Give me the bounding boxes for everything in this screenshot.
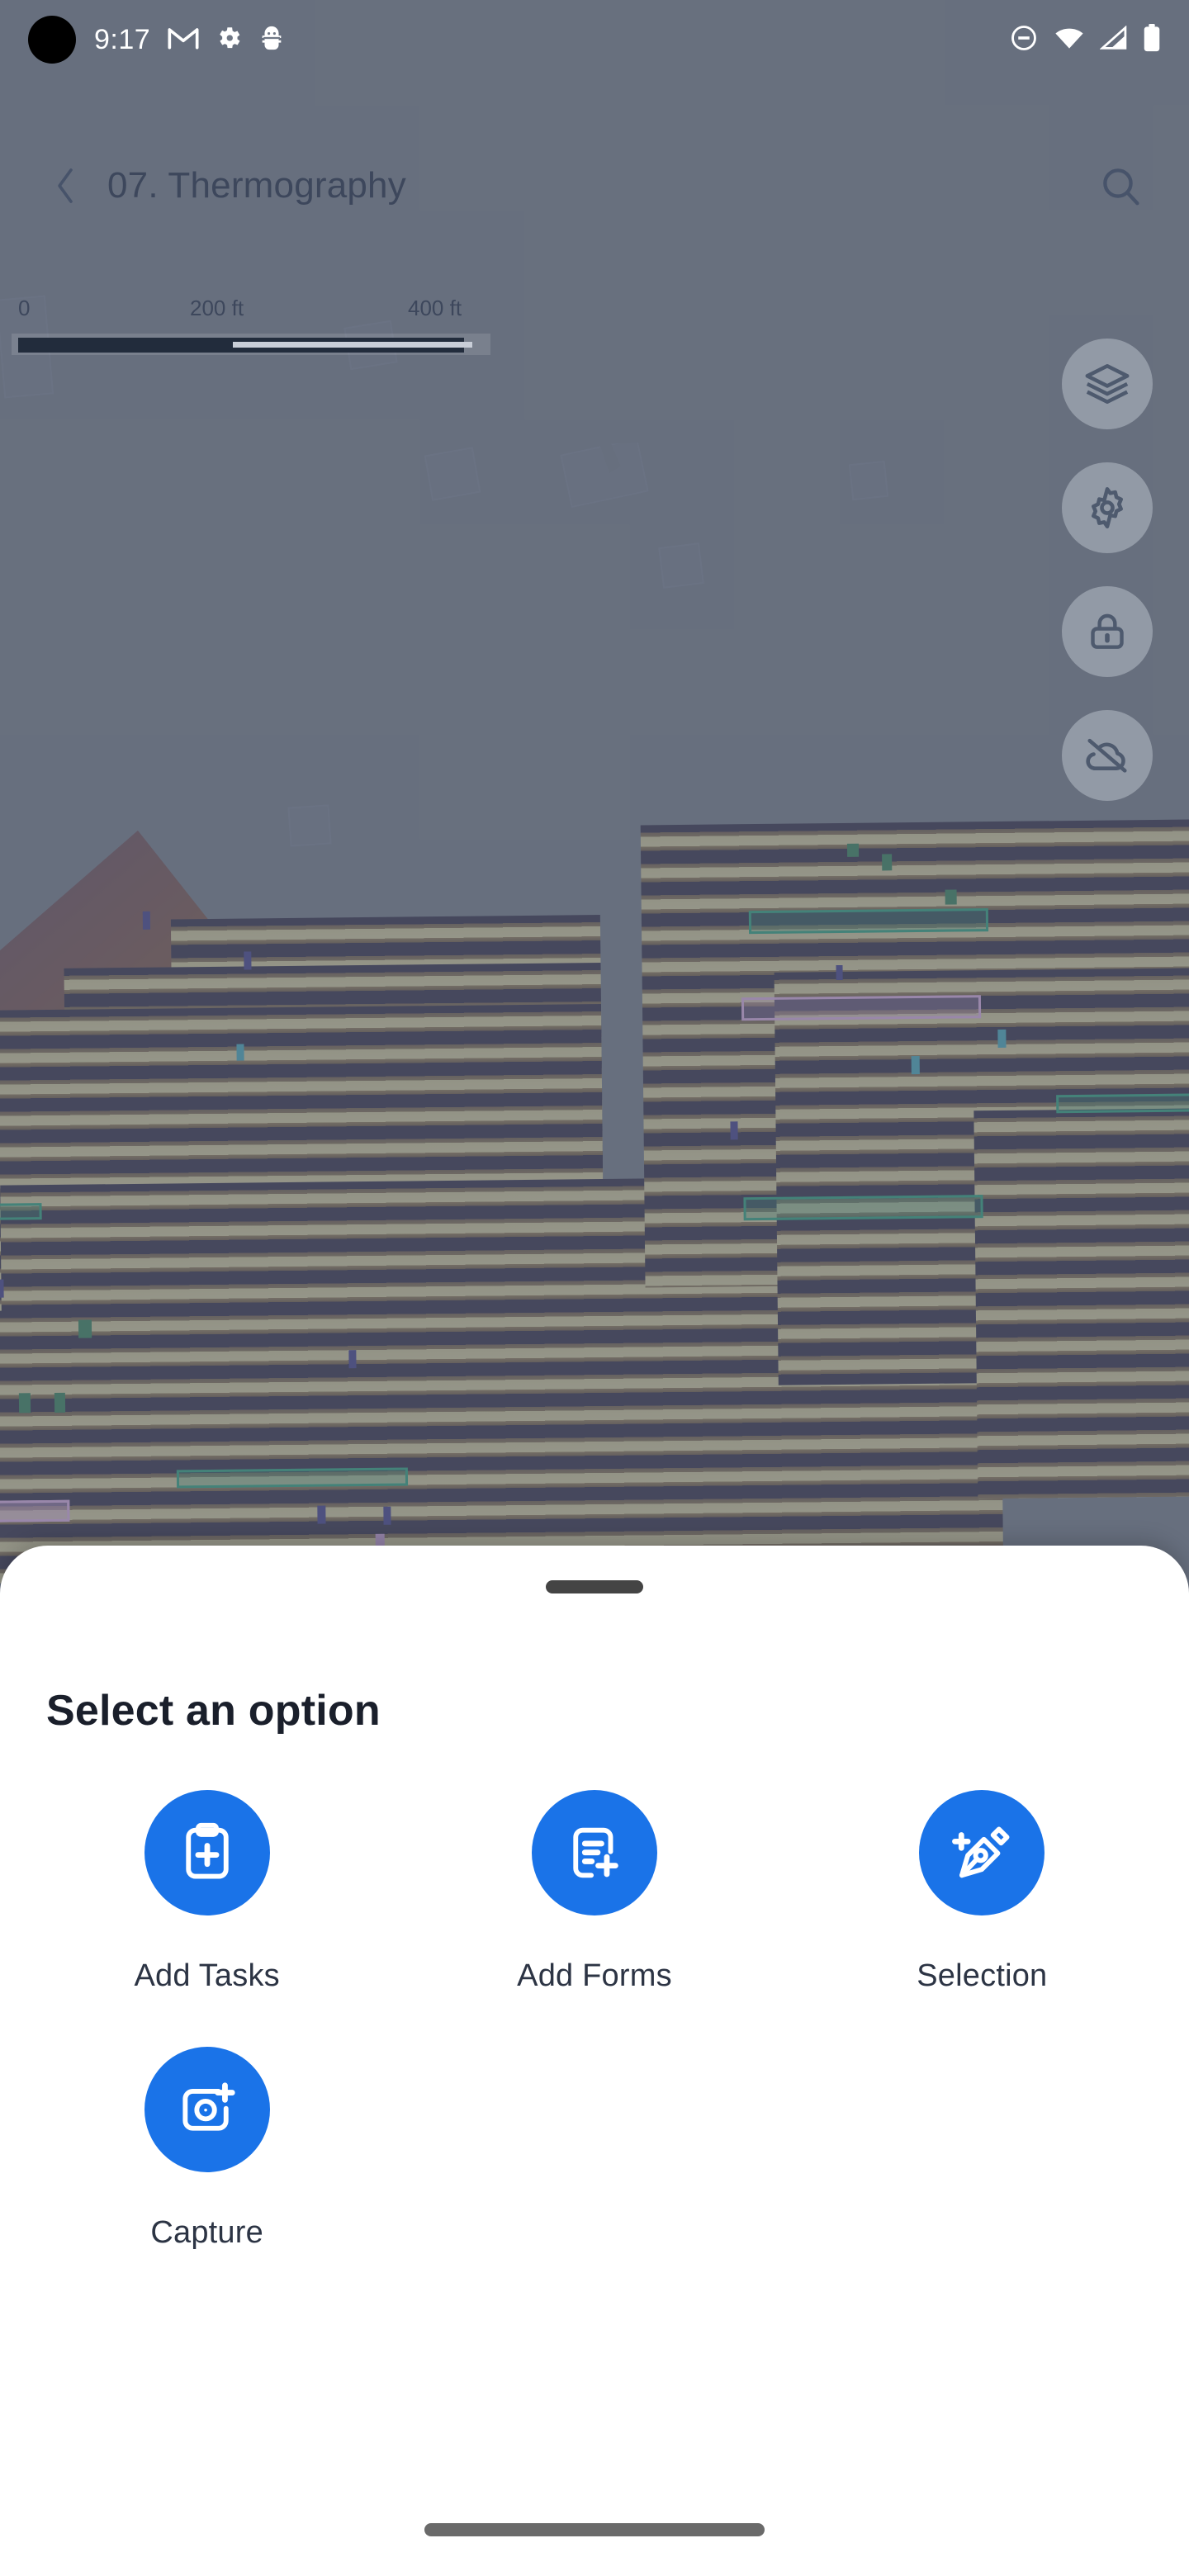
option-label: Capture <box>150 2215 263 2250</box>
page-title: 07. Thermography <box>107 165 406 206</box>
sheet-drag-handle[interactable] <box>546 1580 643 1593</box>
back-button[interactable] <box>36 157 94 215</box>
scale-label-min: 0 <box>18 296 31 320</box>
layers-button[interactable] <box>1062 339 1153 429</box>
option-add-forms[interactable]: Add Forms <box>400 1790 788 1994</box>
option-capture[interactable]: Capture <box>13 2047 400 2251</box>
scale-track <box>12 334 490 355</box>
lock-button[interactable] <box>1062 586 1153 677</box>
option-label: Add Forms <box>517 1958 672 1993</box>
battery-icon <box>1143 23 1161 56</box>
gear-icon <box>215 24 243 56</box>
thermal-orthomosaic-image <box>0 719 1189 1609</box>
options-grid: Add Tasks Add Forms Selection Capture <box>0 1790 1189 2251</box>
building-footprint <box>658 542 704 589</box>
cloud-off-icon <box>1086 738 1127 773</box>
map-controls <box>1062 339 1153 801</box>
building-footprint <box>287 804 332 847</box>
option-icon-circle <box>919 1790 1045 1915</box>
option-icon-circle <box>144 2047 270 2172</box>
scale-label-max: 400 ft <box>408 296 462 320</box>
building-footprint <box>848 460 889 501</box>
document-plus-icon <box>573 1827 618 1878</box>
camera-punch-hole <box>28 16 76 64</box>
gmail-icon <box>167 26 200 54</box>
status-bar: 9:17 <box>0 0 1189 79</box>
search-icon <box>1103 168 1139 206</box>
building-footprint <box>560 438 649 509</box>
app-bar: 07. Thermography <box>0 140 1189 231</box>
bottom-sheet: Select an option Add Tasks Add Forms Sel… <box>0 1546 1189 2576</box>
option-icon-circle <box>531 1790 657 1915</box>
pen-nib-plus-icon <box>952 1826 1010 1878</box>
clipboard-plus-icon <box>185 1822 229 1879</box>
cell-signal-icon <box>1099 25 1128 54</box>
scale-label-mid: 200 ft <box>190 296 244 320</box>
status-bar-clock: 9:17 <box>94 23 151 55</box>
map-scale-bar: 0 200 ft 400 ft <box>12 296 490 355</box>
offline-mode-button[interactable] <box>1062 710 1153 801</box>
home-indicator[interactable] <box>424 2523 765 2536</box>
android-bug-icon <box>258 24 286 56</box>
lock-icon <box>1091 613 1124 649</box>
option-icon-circle <box>144 1790 270 1915</box>
scale-tick <box>233 342 472 348</box>
option-add-tasks[interactable]: Add Tasks <box>13 1790 400 1994</box>
search-button[interactable] <box>1088 154 1153 218</box>
do-not-disturb-icon <box>1009 23 1039 57</box>
building-footprint <box>424 447 481 501</box>
option-label: Add Tasks <box>134 1958 280 1993</box>
sheet-title: Select an option <box>46 1687 381 1735</box>
camera-plus-icon <box>182 2082 235 2131</box>
layers-icon <box>1085 363 1130 405</box>
option-label: Selection <box>917 1958 1048 1993</box>
gear-icon <box>1092 486 1123 529</box>
option-selection[interactable]: Selection <box>789 1790 1176 1994</box>
chevron-left-icon <box>58 168 73 203</box>
map-settings-button[interactable] <box>1062 462 1153 553</box>
wifi-icon <box>1054 26 1085 54</box>
